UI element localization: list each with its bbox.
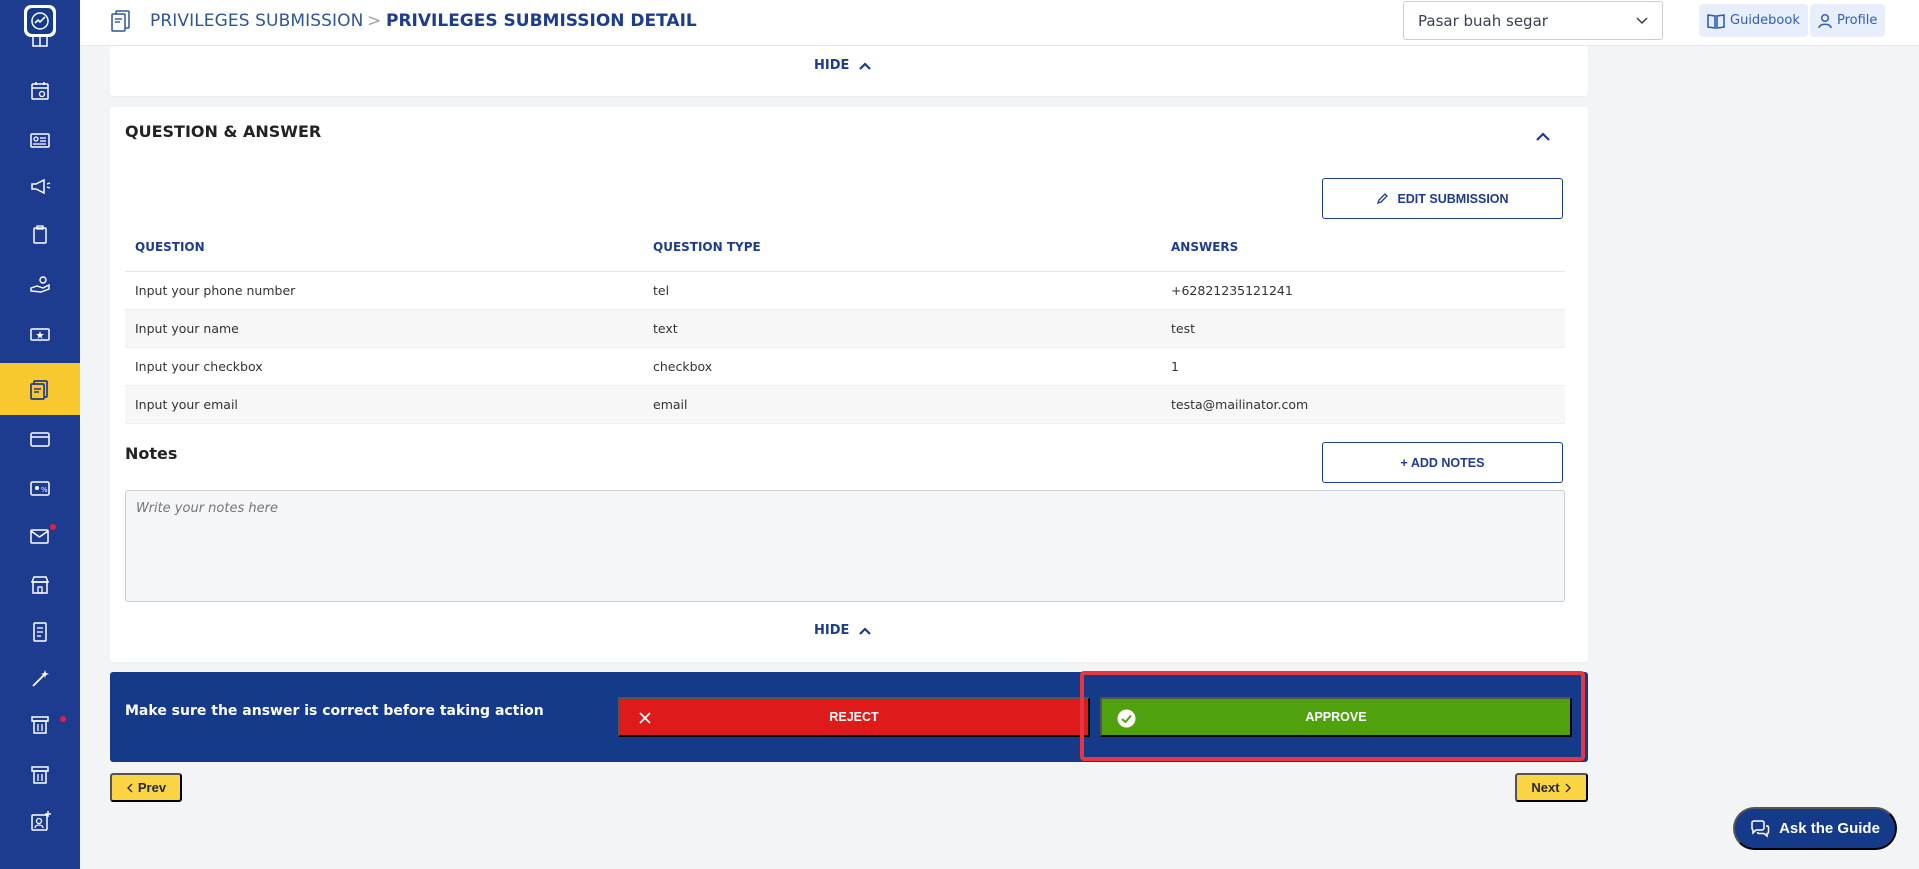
discount-card-icon[interactable]: % <box>0 468 80 508</box>
breadcrumb-separator: > <box>367 11 382 31</box>
voucher-icon[interactable] <box>0 314 80 354</box>
calendar-icon[interactable] <box>0 71 80 111</box>
magic-wand-icon[interactable] <box>0 659 80 699</box>
question-type-cell: text <box>643 309 1161 348</box>
question-type-cell: tel <box>643 271 1161 310</box>
receipt-icon[interactable] <box>0 612 80 652</box>
table-row: Input your email email testa@mailinator.… <box>125 385 1565 424</box>
table-row: Input your phone number tel +62821235121… <box>125 271 1565 310</box>
card-icon[interactable] <box>0 419 80 459</box>
table-header-row: QUESTION QUESTION TYPE ANSWERS <box>125 224 1565 272</box>
approve-label: APPROVE <box>1305 710 1367 724</box>
question-answer-card: QUESTION & ANSWER EDIT SUBMISSION QUESTI… <box>110 107 1588 662</box>
hide-label: HIDE <box>814 58 850 73</box>
privileges-breadcrumb-icon <box>111 10 130 32</box>
member-card-icon[interactable] <box>0 120 80 160</box>
store-icon[interactable] <box>0 565 80 605</box>
reject-button[interactable]: REJECT <box>618 697 1090 737</box>
top-bar: PRIVILEGES SUBMISSION > PRIVILEGES SUBMI… <box>80 0 1919 46</box>
question-cell: Input your email <box>125 385 643 424</box>
hide-label: HIDE <box>814 623 850 638</box>
store-select-value: Pasar buah segar <box>1418 11 1548 30</box>
guidebook-button[interactable]: Guidebook <box>1699 4 1808 37</box>
profile-label: Profile <box>1837 13 1878 28</box>
column-header: QUESTION <box>125 224 643 272</box>
guidebook-label: Guidebook <box>1730 13 1800 28</box>
voucher-tower-2-icon[interactable] <box>0 755 80 795</box>
answer-cell: +62821235121241 <box>1161 271 1565 310</box>
action-bar: Make sure the answer is correct before t… <box>110 671 1588 762</box>
hide-toggle[interactable]: HIDE <box>814 623 872 638</box>
question-type-cell: checkbox <box>643 347 1161 386</box>
analytics-logo-icon[interactable] <box>24 5 56 37</box>
column-header: QUESTION TYPE <box>643 224 1161 272</box>
chat-bubbles-icon <box>1751 819 1770 838</box>
chevron-up-icon <box>859 626 872 635</box>
clipboard-icon[interactable] <box>0 215 80 255</box>
question-type-cell: email <box>643 385 1161 424</box>
submission-info-card: HIDE <box>110 46 1588 96</box>
approve-button[interactable]: APPROVE <box>1100 697 1572 737</box>
svg-text:%: % <box>41 486 48 494</box>
add-notes-button[interactable]: + ADD NOTES <box>1322 442 1563 483</box>
table-row: Input your name text test <box>125 309 1565 348</box>
breadcrumb-parent[interactable]: PRIVILEGES SUBMISSION <box>150 11 363 31</box>
reject-label: REJECT <box>829 710 879 724</box>
notes-textarea[interactable] <box>125 490 1565 602</box>
ask-the-guide-button[interactable]: Ask the Guide <box>1733 807 1897 850</box>
answer-cell: test <box>1161 309 1565 348</box>
chevron-up-icon <box>859 61 872 70</box>
answers-table: QUESTION QUESTION TYPE ANSWERS Input you… <box>125 224 1565 424</box>
pencil-icon <box>1377 193 1389 205</box>
section-title: QUESTION & ANSWER <box>125 122 322 141</box>
table-row: Input your checkbox checkbox 1 <box>125 347 1565 386</box>
column-header: ANSWERS <box>1161 224 1565 272</box>
chevron-up-icon[interactable] <box>1536 132 1550 142</box>
answer-cell: 1 <box>1161 347 1565 386</box>
ask-the-guide-label: Ask the Guide <box>1779 820 1880 837</box>
question-cell: Input your phone number <box>125 271 643 310</box>
book-icon <box>1707 13 1725 29</box>
hand-coin-icon[interactable] <box>0 264 80 304</box>
check-circle-icon <box>1117 709 1136 728</box>
chevron-left-icon <box>126 783 133 792</box>
user-add-icon[interactable] <box>0 801 80 841</box>
user-icon <box>1818 13 1832 28</box>
notification-dot <box>50 524 56 530</box>
edit-submission-label: EDIT SUBMISSION <box>1397 191 1509 206</box>
prev-label: Prev <box>137 780 167 795</box>
question-cell: Input your name <box>125 309 643 348</box>
close-icon <box>639 712 651 724</box>
next-label: Next <box>1531 780 1560 795</box>
next-button[interactable]: Next <box>1515 773 1588 802</box>
megaphone-icon[interactable] <box>0 166 80 206</box>
notes-title: Notes <box>125 444 178 463</box>
hide-toggle[interactable]: HIDE <box>814 58 872 73</box>
edit-submission-button[interactable]: EDIT SUBMISSION <box>1322 178 1563 219</box>
voucher-tower-icon[interactable] <box>0 705 80 745</box>
action-message: Make sure the answer is correct before t… <box>125 703 544 719</box>
privileges-icon[interactable] <box>0 363 80 415</box>
store-select[interactable]: Pasar buah segar <box>1403 1 1663 40</box>
profile-button[interactable]: Profile <box>1810 4 1886 37</box>
mail-icon[interactable] <box>0 516 80 556</box>
chevron-down-icon <box>1636 16 1648 24</box>
sidebar: % <box>0 0 80 869</box>
chevron-right-icon <box>1565 783 1571 792</box>
gift-icon[interactable] <box>0 36 80 56</box>
question-cell: Input your checkbox <box>125 347 643 386</box>
notification-dot <box>60 716 66 722</box>
answer-cell: testa@mailinator.com <box>1161 385 1565 424</box>
page-title: PRIVILEGES SUBMISSION DETAIL <box>386 11 697 31</box>
add-notes-label: + ADD NOTES <box>1400 455 1485 470</box>
prev-button[interactable]: Prev <box>110 773 182 802</box>
